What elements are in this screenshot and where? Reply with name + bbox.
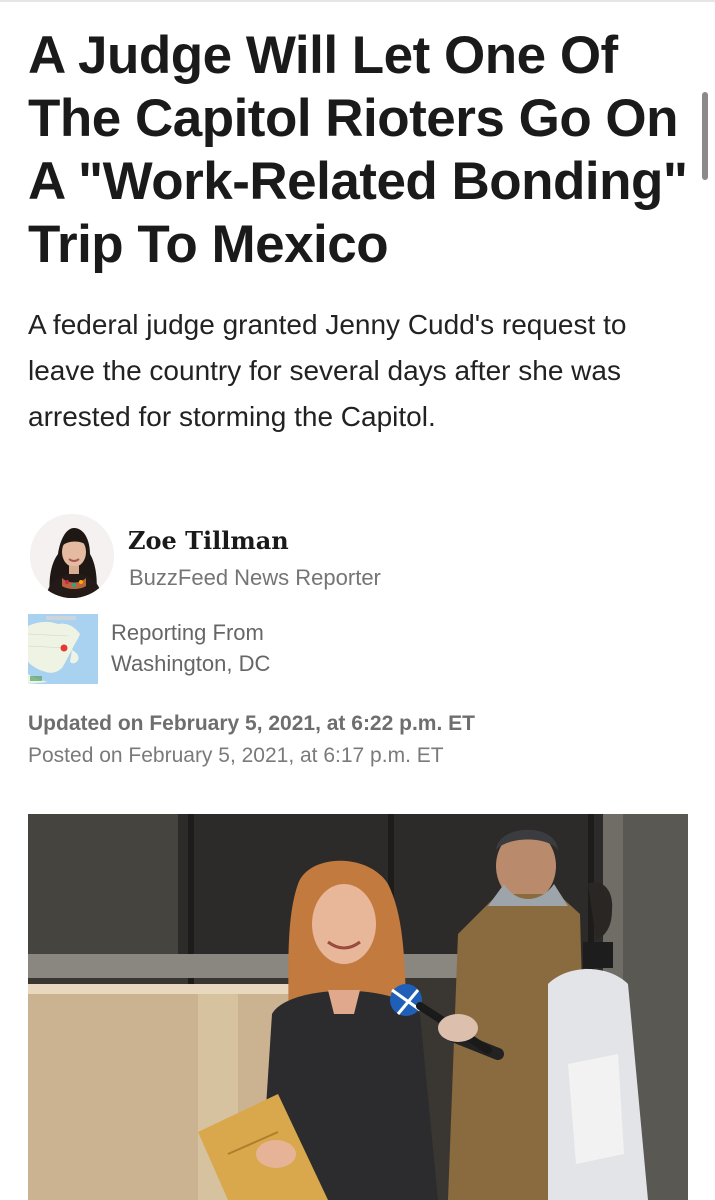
map-thumbnail-image <box>28 614 98 684</box>
article-headline: A Judge Will Let One Of The Capitol Riot… <box>28 26 688 274</box>
author-title: BuzzFeed News Reporter <box>129 565 381 590</box>
reporting-from-label: Reporting From <box>111 620 264 645</box>
lead-photo-image <box>28 814 688 1200</box>
article-dek: A federal judge granted Jenny Cudd's req… <box>28 309 627 432</box>
author-name-link[interactable]: Zoe Tillman <box>128 526 289 555</box>
location-map[interactable] <box>28 614 98 684</box>
author-avatar[interactable] <box>30 514 114 598</box>
author-portrait-image <box>30 514 114 598</box>
top-divider <box>0 0 715 2</box>
posted-timestamp: Posted on February 5, 2021, at 6:17 p.m.… <box>28 744 444 767</box>
reporting-location: Washington, DC <box>111 651 271 676</box>
updated-timestamp: Updated on February 5, 2021, at 6:22 p.m… <box>28 712 475 735</box>
article-lead-photo[interactable] <box>28 814 688 1200</box>
scrollbar-thumb[interactable] <box>702 92 708 180</box>
map-pin-icon <box>60 644 68 652</box>
